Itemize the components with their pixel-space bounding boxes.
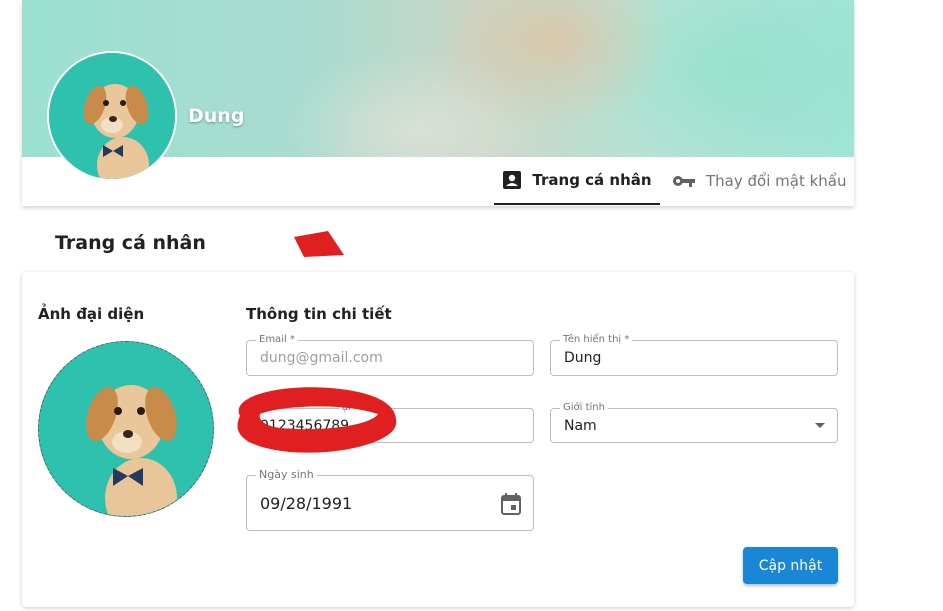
- redaction-mark: [294, 231, 344, 257]
- tab-profile[interactable]: Trang cá nhân: [494, 157, 660, 205]
- email-value: dung@gmail.com: [260, 350, 383, 366]
- chevron-down-icon: [815, 423, 825, 428]
- calendar-icon[interactable]: [501, 493, 521, 519]
- tab-profile-label: Trang cá nhân: [532, 171, 652, 189]
- tab-change-password-label: Thay đổi mật khẩu: [706, 172, 847, 190]
- avatar-upload[interactable]: [38, 341, 214, 517]
- birthday-field[interactable]: Ngày sinh 09/28/1991: [246, 468, 534, 531]
- avatar: [47, 51, 177, 181]
- account-box-icon: [502, 170, 522, 190]
- display-name-value: Dung: [564, 350, 602, 366]
- gender-value: Nam: [564, 417, 597, 434]
- email-field[interactable]: Email * dung@gmail.com: [246, 333, 534, 376]
- key-icon: [672, 174, 696, 188]
- details-heading: Thông tin chi tiết: [246, 305, 392, 323]
- avatar-section-heading: Ảnh đại diện: [38, 305, 145, 323]
- profile-username: Dung: [188, 105, 245, 127]
- display-name-field[interactable]: Tên hiển thị * Dung: [550, 333, 838, 376]
- page-title: Trang cá nhân: [55, 232, 206, 254]
- dog-photo-icon: [49, 53, 175, 179]
- update-button[interactable]: Cập nhật: [743, 547, 838, 584]
- profile-header: Dung Trang cá nhân Thay đổi mật khẩu: [22, 0, 854, 206]
- redaction-scribble: [237, 387, 397, 453]
- tab-change-password[interactable]: Thay đổi mật khẩu: [672, 157, 852, 205]
- gender-select[interactable]: Giới tính Nam: [550, 401, 838, 443]
- dog-photo-icon: [39, 342, 213, 516]
- profile-details-card: Ảnh đại diện Thông tin chi tiết Email * …: [22, 272, 854, 607]
- birthday-value: 09/28/1991: [260, 493, 353, 513]
